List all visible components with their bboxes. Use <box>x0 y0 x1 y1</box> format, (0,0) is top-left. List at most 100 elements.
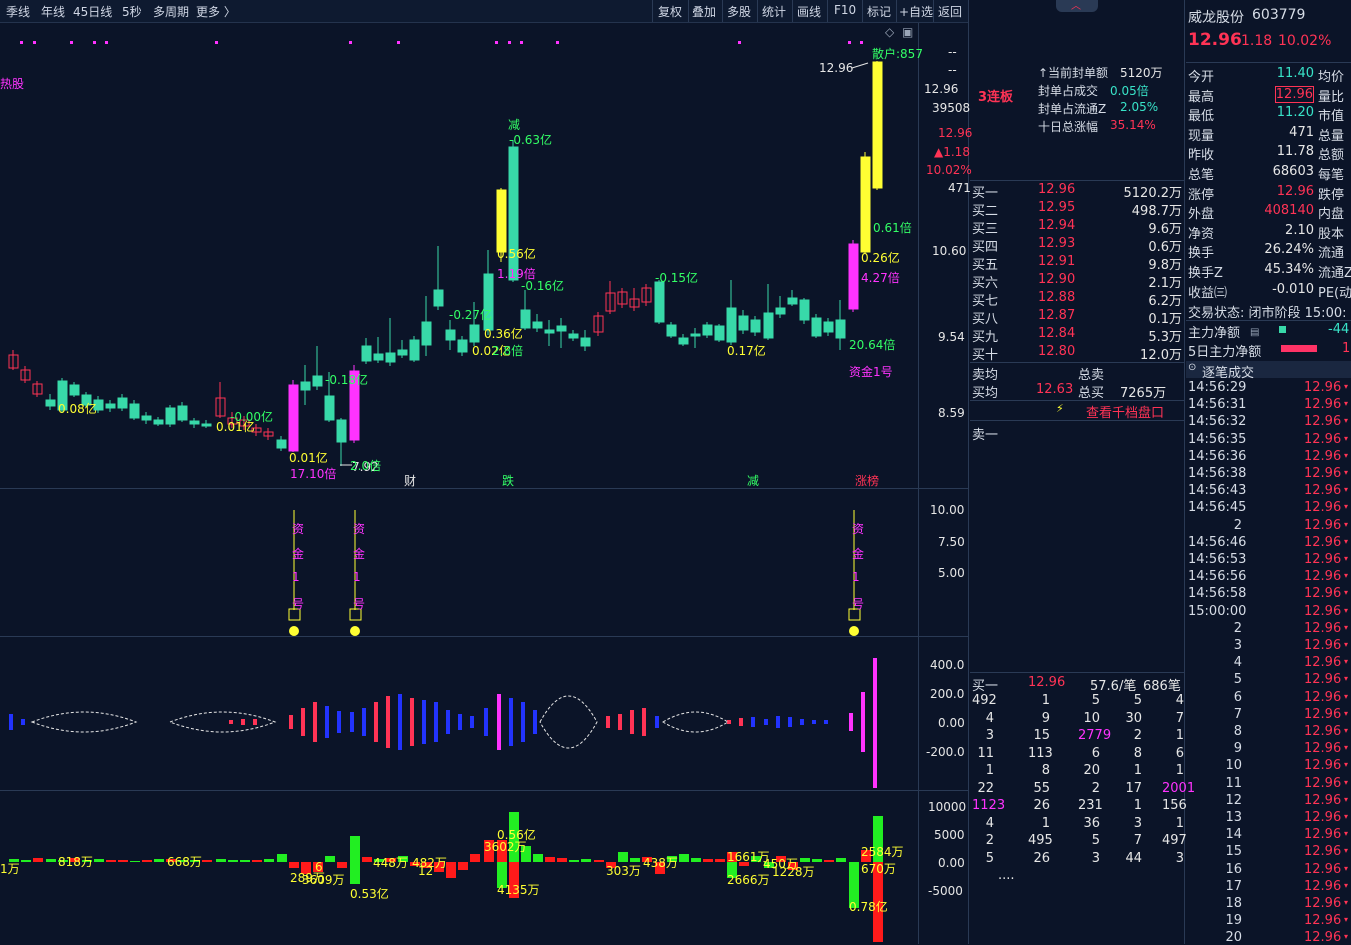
bid-level-label: 买七 <box>972 294 999 309</box>
bid-price[interactable]: 12.94 <box>1038 218 1075 233</box>
toolbar-multi-stock[interactable]: 多股 <box>727 3 751 20</box>
bid-price[interactable]: 12.90 <box>1038 272 1075 287</box>
kline-chart[interactable] <box>0 23 968 944</box>
axis-volume: 39508 <box>932 101 971 115</box>
chart-annotation: 资金1号 <box>849 365 893 379</box>
bid-price[interactable]: 12.80 <box>1038 344 1075 359</box>
toolbar-multi-period[interactable]: 多周期 <box>153 3 189 20</box>
toolbar-add-watch[interactable]: +自选 <box>899 3 933 20</box>
quote-key: 换手Z <box>1188 266 1223 281</box>
toolbar-5sec[interactable]: 5秒 <box>122 3 142 20</box>
tick-price: 12.96 <box>1304 431 1342 447</box>
event-marker[interactable]: 减 <box>747 472 759 489</box>
bid-volume: 9.6万 <box>1148 222 1182 237</box>
collapse-toggle[interactable]: ︿ <box>1056 0 1098 12</box>
toolbar-more[interactable]: 更多 〉 <box>196 3 236 20</box>
toolbar-year[interactable]: 年线 <box>41 3 65 20</box>
toolbar-stats[interactable]: 统计 <box>762 3 786 20</box>
panel-divider <box>0 488 968 489</box>
flow-bar <box>470 854 480 862</box>
flow-bar <box>252 860 262 862</box>
bid-level-label: 买八 <box>972 312 999 327</box>
bid-price[interactable]: 12.88 <box>1038 290 1075 305</box>
candle-body <box>860 156 871 253</box>
flow-bar <box>691 858 701 862</box>
chevron-up-icon[interactable]: ︿ <box>1071 0 1081 12</box>
flow-bar <box>350 836 360 862</box>
bid-price[interactable]: 12.96 <box>1038 182 1075 197</box>
up-arrow-icon: ▾ <box>1344 571 1349 581</box>
bid-level-label: 买五 <box>972 258 999 273</box>
flow-bar <box>458 862 468 870</box>
indicator-bar <box>470 716 474 728</box>
ticks-header[interactable]: ⊙ 逐笔成交 <box>1186 361 1351 381</box>
queue-order: 1 <box>1175 815 1184 831</box>
event-marker[interactable]: 跌 <box>502 472 514 489</box>
up-arrow-icon: ▾ <box>1344 898 1349 907</box>
toolbar-45day[interactable]: 45日线 <box>73 3 112 20</box>
flow-bar <box>264 859 274 862</box>
queue-order: 36 <box>1083 815 1100 831</box>
queue-order: 6 <box>1091 745 1100 761</box>
event-marker[interactable]: 涨榜 <box>855 472 879 489</box>
queue-count: 686笔 <box>1143 679 1181 694</box>
signal-dot <box>349 41 352 44</box>
bid-level-label: 买四 <box>972 240 999 255</box>
signal-dot <box>20 41 23 44</box>
view-full-depth-link[interactable]: 查看千档盘口 <box>1086 402 1164 421</box>
flow-bar <box>800 858 810 862</box>
up-arrow-icon: ▾ <box>1344 399 1349 409</box>
toolbar-mark[interactable]: 标记 <box>867 3 891 20</box>
quote-key-2: 股本 <box>1318 226 1345 242</box>
toolbar-back[interactable]: 返回 <box>938 3 962 20</box>
collapse-icon[interactable]: ⊙ <box>1188 362 1196 373</box>
toolbar-overlay[interactable]: 叠加 <box>692 3 716 20</box>
tick-price: 12.96 <box>1304 913 1342 929</box>
toolbar-draw[interactable]: 画线 <box>797 3 821 20</box>
flow-bar <box>594 860 604 862</box>
flow-label: 4135万 <box>497 883 540 897</box>
flow-bar <box>240 860 250 862</box>
indicator-bar <box>824 720 828 724</box>
diamond-icon[interactable]: ◇ <box>885 25 894 39</box>
bid-price[interactable]: 12.87 <box>1038 308 1075 323</box>
bid-price[interactable]: 12.95 <box>1038 200 1075 215</box>
bid-price[interactable]: 12.84 <box>1038 326 1075 341</box>
quote-panel: 威龙股份 603779 12.96 1.18 10.02% 今开 11.40 均价最… <box>1186 0 1351 945</box>
seal-value: 0.05倍 <box>1110 84 1149 98</box>
flow-bar <box>325 856 335 862</box>
coin-icon <box>350 626 360 636</box>
up-arrow-icon: ▾ <box>1344 485 1349 495</box>
p3-tick-3: 0.00 <box>938 716 965 730</box>
toolbar-f10[interactable]: F10 <box>834 3 856 17</box>
up-arrow-icon: ▾ <box>1344 846 1349 856</box>
tick-price: 12.96 <box>1304 534 1342 550</box>
bid-price[interactable]: 12.91 <box>1038 254 1075 269</box>
indicator-bar <box>630 710 634 734</box>
candle-body <box>457 339 468 353</box>
tick-price: 12.96 <box>1304 741 1342 757</box>
bid-level-label: 买二 <box>972 204 999 219</box>
up-arrow-icon: ▾ <box>1344 519 1349 529</box>
queue-order: 2 <box>1133 728 1142 743</box>
indicator-bar <box>301 708 305 736</box>
seal-key: 封单占流通Z <box>1038 102 1107 116</box>
bid-price[interactable]: 12.93 <box>1038 236 1075 251</box>
indicator-bar <box>849 713 853 731</box>
tick-price: 12.96 <box>1304 792 1342 808</box>
candle-body <box>556 325 567 332</box>
quote-value: 11.40 <box>1276 66 1314 81</box>
ticks-title: 逐笔成交 <box>1202 366 1255 381</box>
indicator-bar <box>241 719 245 725</box>
event-marker[interactable]: 财 <box>404 472 416 489</box>
window-icon[interactable]: ▣ <box>902 25 913 39</box>
indicator-bar <box>446 710 450 734</box>
candle-body <box>678 337 689 345</box>
flow-bar <box>118 860 128 862</box>
candle-body <box>129 403 140 419</box>
candle-body <box>496 189 507 253</box>
toolbar-fuquan[interactable]: 复权 <box>658 3 682 20</box>
flow-bar <box>130 861 140 862</box>
flow-bar <box>21 860 31 862</box>
toolbar-season[interactable]: 季线 <box>6 3 30 20</box>
